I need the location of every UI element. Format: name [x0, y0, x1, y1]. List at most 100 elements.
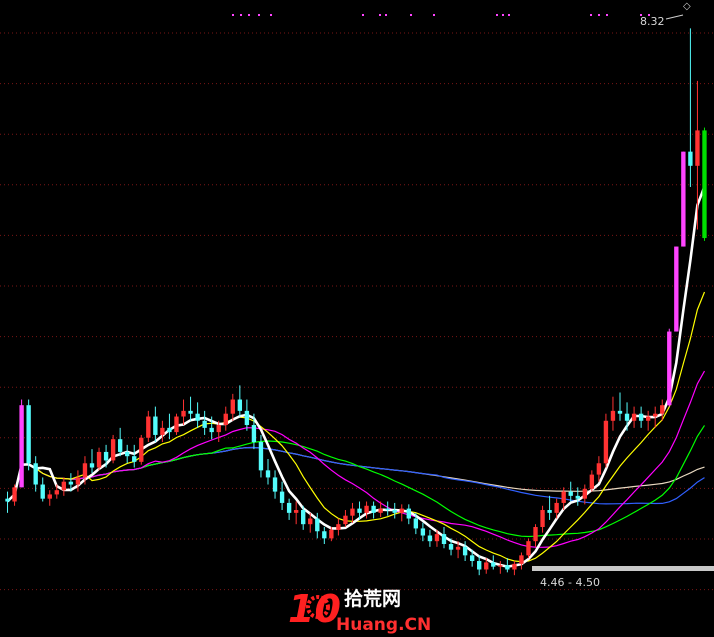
candle-body [681, 151, 686, 247]
signal-dot [379, 14, 381, 16]
signal-dot [258, 14, 260, 16]
candle-body [526, 541, 531, 556]
watermark-number: 10 [288, 587, 341, 631]
signal-dot [496, 14, 498, 16]
candle-body [12, 487, 17, 502]
watermark-domain: Huang.CN [336, 615, 431, 635]
candle-body [610, 410, 616, 421]
low-price-label: 4.46 - 4.50 [540, 576, 600, 589]
candle-body [582, 488, 587, 499]
candle-body [540, 510, 545, 528]
candle-body [406, 508, 411, 519]
candle [26, 399, 31, 471]
candle-body [469, 555, 475, 562]
candle-body [505, 565, 510, 570]
candle-body [702, 130, 707, 239]
candle-body [33, 463, 38, 485]
candle-body [61, 481, 67, 491]
candle-body [512, 563, 517, 570]
candle-body [357, 508, 362, 513]
candle-body [216, 425, 221, 433]
candle-body [167, 427, 172, 433]
candle-body [350, 508, 355, 516]
candle-body [631, 413, 637, 421]
volume-marker-icon: ◇ [683, 1, 691, 12]
candle-body [174, 416, 179, 433]
candle-body [54, 490, 59, 495]
candle-body [181, 410, 186, 417]
candle-body [153, 416, 158, 435]
candle-body [378, 508, 383, 513]
candle-body [624, 413, 630, 421]
candle-body [329, 529, 334, 539]
candle-body [26, 405, 31, 464]
candle-body [132, 456, 137, 462]
candle-body [188, 410, 193, 414]
candle-body [139, 437, 144, 462]
candle-body [343, 515, 348, 525]
signal-dot [590, 14, 592, 16]
candle-body [660, 405, 665, 414]
candle-body [286, 502, 292, 513]
candle-body [75, 477, 81, 485]
high-price-label: 8.32 [640, 15, 665, 28]
candle-body [265, 470, 271, 478]
candle-body [40, 484, 45, 499]
candle [702, 127, 707, 241]
signal-dot [410, 14, 412, 16]
candle-body [653, 413, 658, 417]
candle-body [371, 505, 376, 513]
stock-kline-chart: 8.32 ◇ 4.46 - 4.50 10 拾荒网 Huang.CN [0, 0, 714, 637]
candle [603, 413, 609, 468]
candle-body [209, 427, 214, 433]
candle-body [477, 561, 482, 570]
candle-body [441, 534, 447, 545]
candle [174, 413, 179, 435]
candle-body [364, 505, 369, 513]
candle-body [575, 495, 580, 499]
candle-body [195, 413, 200, 421]
candle-body [645, 416, 651, 421]
candle-body [301, 510, 306, 525]
signal-dot [606, 14, 608, 16]
candle-body [125, 451, 130, 457]
candle-body [19, 405, 24, 488]
candle-body [89, 463, 95, 468]
candle-body [110, 439, 116, 461]
candle-body [413, 518, 419, 529]
candle-body [68, 481, 74, 485]
candle [681, 151, 686, 247]
candle-body [695, 130, 700, 166]
candle-body [561, 491, 566, 503]
candle-body [568, 491, 573, 496]
candle-body [47, 494, 52, 499]
watermark-chinese: 拾荒网 [344, 587, 401, 610]
candle-body [223, 413, 228, 426]
candle-body [617, 410, 623, 414]
candle-body [491, 562, 496, 567]
signal-dot [502, 14, 504, 16]
signal-dot [385, 14, 387, 16]
candle-body [554, 502, 559, 513]
low-price-band [532, 566, 714, 571]
candle-body [434, 534, 440, 542]
candle-body [146, 416, 151, 438]
candle-body [117, 439, 123, 452]
candle-body [202, 420, 207, 428]
candle-body [230, 399, 235, 414]
signal-dot [232, 14, 234, 16]
candle-body [308, 518, 313, 525]
candle-body [596, 463, 602, 475]
candle-body [237, 399, 243, 411]
signal-dot [508, 14, 510, 16]
candle-body [82, 463, 88, 478]
candle-body [498, 565, 503, 567]
candle-body [160, 427, 165, 435]
candle-body [399, 508, 404, 513]
candle-body [272, 477, 278, 492]
candle-body [279, 491, 285, 503]
candle-body [688, 151, 693, 166]
candle-body [322, 531, 327, 539]
signal-dot [270, 14, 272, 16]
candle [139, 434, 144, 465]
